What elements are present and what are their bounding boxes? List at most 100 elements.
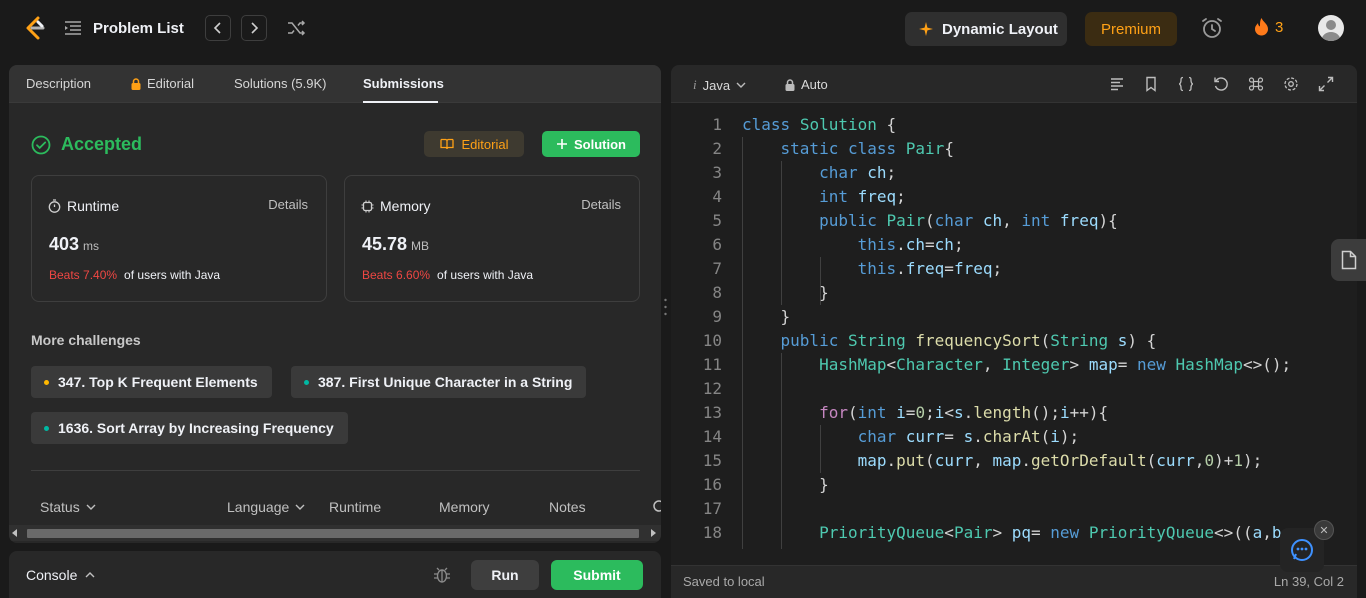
gear-icon[interactable] (651, 498, 661, 514)
prev-problem-button[interactable] (205, 15, 231, 41)
challenge-link[interactable]: 1636. Sort Array by Increasing Frequency (31, 412, 348, 444)
chevron-up-icon (85, 572, 95, 578)
memory-beats-row: Beats 6.60% of users with Java (362, 268, 533, 282)
reset-icon[interactable] (1213, 76, 1229, 92)
panel-resize-handle[interactable] (664, 297, 667, 317)
challenge-link[interactable]: 387. First Unique Character in a String (291, 366, 587, 398)
premium-button[interactable]: Premium (1085, 12, 1177, 46)
line-number: 16 (702, 475, 722, 494)
dynamic-layout-label: Dynamic Layout (942, 20, 1058, 38)
saved-status: Saved to local (683, 574, 765, 589)
runtime-details-link[interactable]: Details (268, 197, 308, 212)
list-icon[interactable] (64, 20, 82, 36)
runtime-value-row: 403 ms (49, 234, 99, 255)
shuffle-icon[interactable] (286, 18, 306, 38)
close-icon[interactable]: ✕ (1314, 520, 1334, 540)
code-text: } (742, 283, 829, 302)
language-header-label: Language (227, 499, 290, 515)
auto-mode[interactable]: Auto (785, 77, 828, 92)
horizontal-scrollbar[interactable] (9, 525, 661, 541)
post-solution-button[interactable]: Solution (542, 131, 640, 157)
editorial-button[interactable]: Editorial (424, 131, 524, 157)
line-number: 9 (712, 307, 722, 326)
command-icon[interactable] (1248, 76, 1264, 92)
settings-icon[interactable] (1283, 76, 1299, 92)
console-bar: Console Run Submit (9, 551, 661, 598)
bookmark-icon[interactable] (1143, 76, 1159, 92)
dynamic-layout-button[interactable]: Dynamic Layout (905, 12, 1067, 46)
line-number: 13 (702, 403, 722, 422)
editor-toolbar: i Java Auto (671, 65, 1357, 103)
code-text: class Solution { (742, 115, 897, 134)
info-icon: i (693, 77, 697, 92)
status-header-label: Status (40, 499, 80, 515)
language-select[interactable]: i Java (693, 77, 746, 93)
line-number: 10 (702, 331, 722, 350)
line-number: 12 (702, 379, 722, 398)
code-text: char curr= s.charAt(i); (857, 427, 1080, 446)
scrollbar-thumb[interactable] (27, 529, 639, 538)
line-number: 14 (702, 427, 722, 446)
left-tabs: Description Editorial Solutions (5.9K) S… (9, 65, 661, 103)
logo-icon[interactable] (22, 15, 48, 41)
line-number: 11 (702, 355, 722, 374)
avatar[interactable] (1318, 15, 1344, 41)
book-icon (439, 138, 454, 150)
tab-solutions[interactable]: Solutions (5.9K) (234, 76, 327, 91)
format-icon[interactable] (1109, 76, 1125, 92)
language-label: Java (702, 77, 731, 93)
user-avatar-icon (1321, 20, 1341, 41)
line-number: 7 (712, 259, 722, 278)
code-area[interactable]: 1 class Solution {2 static class Pair{3 c… (671, 113, 1357, 551)
code-text: static class Pair{ (780, 139, 954, 158)
active-tab-indicator (363, 101, 438, 103)
submit-button[interactable]: Submit (551, 560, 643, 590)
alarm-icon[interactable] (1200, 16, 1224, 40)
flame-icon (1255, 18, 1268, 36)
braces-icon[interactable] (1178, 76, 1194, 92)
editor-status-bar: Saved to local Ln 39, Col 2 (671, 565, 1357, 598)
chat-icon (1291, 539, 1313, 561)
runtime-beats-suffix: of users with Java (124, 268, 221, 282)
run-button[interactable]: Run (471, 560, 539, 590)
tab-editorial[interactable]: Editorial (131, 76, 194, 91)
chevron-left-icon (213, 22, 221, 34)
debug-icon[interactable] (432, 565, 452, 585)
code-text: } (742, 475, 829, 494)
language-column-header[interactable]: Language (227, 499, 305, 515)
runtime-beats: Beats 7.40% (49, 268, 118, 282)
tab-description[interactable]: Description (26, 76, 91, 91)
tab-submissions[interactable]: Submissions (363, 76, 444, 91)
auto-label: Auto (801, 77, 828, 92)
notes-side-button[interactable] (1331, 239, 1366, 281)
challenge-label: 347. Top K Frequent Elements (58, 374, 258, 390)
cursor-position: Ln 39, Col 2 (1273, 574, 1344, 589)
memory-label: Memory (380, 198, 431, 214)
check-circle-icon (31, 135, 51, 154)
line-number: 15 (702, 451, 722, 470)
expand-icon[interactable] (1318, 76, 1334, 92)
difficulty-dot (44, 425, 49, 431)
status-column-header[interactable]: Status (40, 499, 96, 515)
console-toggle[interactable]: Console (26, 567, 95, 583)
editor-vertical-scrollbar[interactable] (1345, 103, 1357, 551)
line-number: 5 (712, 211, 722, 230)
sparkle-icon (919, 22, 933, 36)
problem-list-link[interactable]: Problem List (93, 20, 184, 37)
code-text: HashMap<Character, Integer> map= new Has… (819, 355, 1292, 374)
plus-icon (557, 139, 567, 149)
runtime-card[interactable]: Runtime Details 403 ms Beats 7.40% of user… (31, 175, 327, 302)
chip-icon (361, 200, 374, 212)
memory-card[interactable]: Memory Details 45.78 MB Beats 6.60% of use… (344, 175, 640, 302)
next-problem-button[interactable] (241, 15, 267, 41)
code-text: this.freq=freq; (857, 259, 1003, 278)
memory-unit: MB (411, 239, 430, 253)
memory-details-link[interactable]: Details (581, 197, 621, 212)
code-text: char ch; (819, 163, 897, 182)
streak-counter[interactable]: 3 (1254, 18, 1283, 36)
editorial-button-label: Editorial (461, 136, 509, 152)
challenge-link[interactable]: 347. Top K Frequent Elements (31, 366, 272, 398)
memory-value-row: 45.78 MB (362, 234, 429, 255)
scroll-right-icon[interactable] (650, 529, 656, 537)
scroll-left-icon[interactable] (12, 529, 18, 537)
